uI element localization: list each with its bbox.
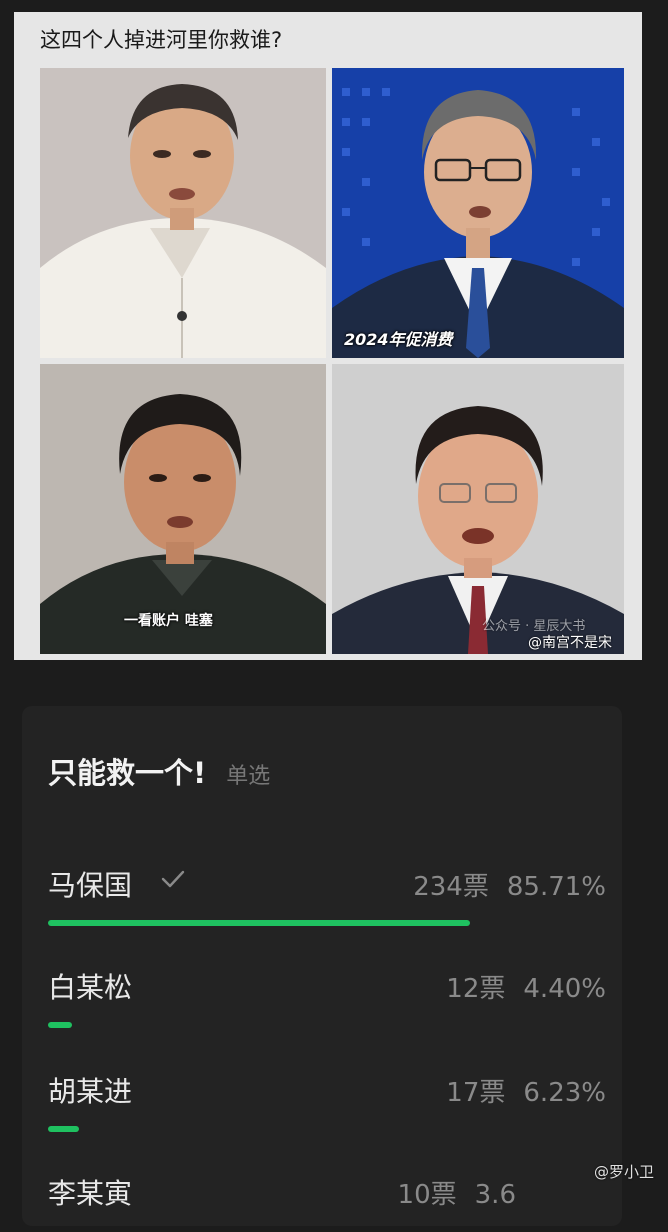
poll-option[interactable]: 胡某进 17票 6.23% — [48, 1070, 612, 1132]
poll-option-votes: 12票 — [446, 974, 506, 1004]
poll-option-stats: 12票 4.40% — [446, 968, 606, 1005]
post-image[interactable]: 这四个人掉进河里你救谁? 2024年促消费 一看账户 哇塞 公众号 · 星辰大书… — [14, 12, 642, 660]
poll-type-label: 单选 — [226, 764, 271, 789]
post-question: 这四个人掉进河里你救谁? — [40, 28, 283, 52]
poll-option-percent: 3.6 — [474, 1180, 516, 1210]
poll-option-percent: 85.71% — [506, 872, 606, 902]
poll-title: 只能救一个! — [48, 756, 207, 790]
poll-option-percent: 6.23% — [523, 1078, 606, 1108]
footer-watermark: @罗小卫 — [593, 1163, 654, 1181]
poll-option-stats: 17票 6.23% — [446, 1072, 606, 1109]
poll-header: 只能救一个! 单选 — [48, 750, 270, 792]
photo-top-right: 2024年促消费 — [332, 68, 624, 358]
poll-option[interactable]: 马保国 234票 85.71% — [48, 864, 612, 926]
caption-top-right: 2024年促消费 — [344, 330, 453, 349]
poll-option-name: 白某松 — [48, 971, 133, 1004]
caption-bottom-left: 一看账户 哇塞 — [124, 613, 213, 629]
poll-option-name: 胡某进 — [48, 1075, 133, 1108]
poll-card: 只能救一个! 单选 马保国 234票 85.71% 白某松 12票 4.40% 胡某进… — [22, 706, 622, 1226]
poll-option-stats: 234票 85.71% — [413, 866, 606, 903]
watermark-weibo: @南宫不是宋 — [528, 635, 612, 651]
photo-bottom-right: 公众号 · 星辰大书 @南宫不是宋 — [332, 364, 624, 654]
photo-top-left — [40, 68, 326, 358]
poll-option[interactable]: 李某寅 10票 3.6 — [48, 1172, 612, 1232]
poll-option[interactable]: 白某松 12票 4.40% — [48, 966, 612, 1028]
poll-option-name: 马保国 — [48, 869, 133, 902]
poll-option-votes: 10票 — [397, 1180, 457, 1210]
poll-option-bar — [48, 1022, 72, 1028]
poll-option-name: 李某寅 — [48, 1177, 133, 1210]
poll-option-bar — [48, 1126, 79, 1132]
poll-option-votes: 234票 — [413, 872, 489, 902]
poll-option-stats: 10票 3.6 — [398, 1174, 516, 1211]
poll-option-percent: 4.40% — [523, 974, 606, 1004]
photo-bottom-left: 一看账户 哇塞 — [40, 364, 326, 654]
poll-option-bar — [48, 920, 470, 926]
poll-option-votes: 17票 — [446, 1078, 506, 1108]
check-icon — [161, 870, 185, 888]
